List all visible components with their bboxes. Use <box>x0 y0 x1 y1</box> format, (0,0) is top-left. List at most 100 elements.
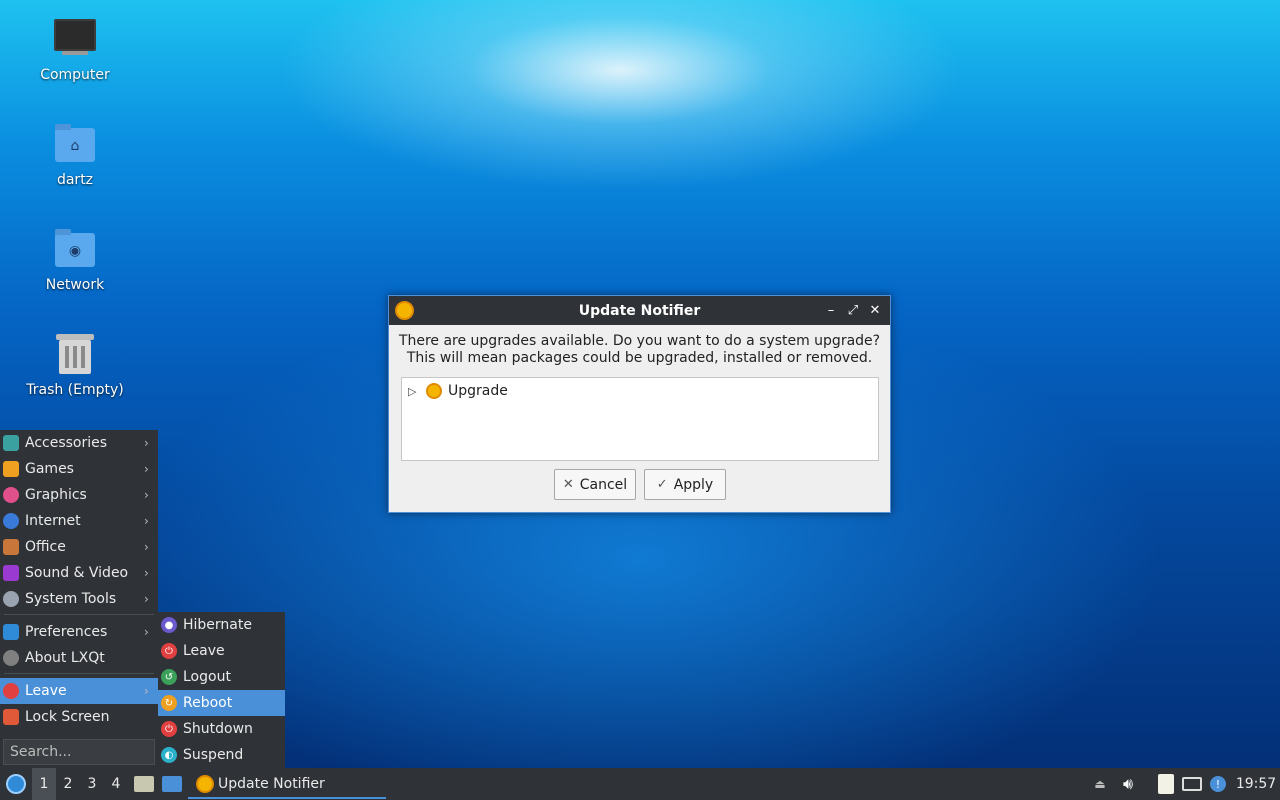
clock[interactable]: 19:57 <box>1234 768 1278 800</box>
submenu-item-label: Logout <box>183 669 231 685</box>
menu-item-label: Graphics <box>25 487 87 503</box>
logout-icon: ↺ <box>161 669 177 685</box>
desktop-icon-label: Computer <box>40 67 110 83</box>
menu-item-leave[interactable]: Leave › <box>0 678 158 704</box>
submenu-item-logout[interactable]: ↺ Logout <box>158 664 285 690</box>
upgrade-icon <box>426 383 442 399</box>
chevron-right-icon: › <box>144 625 149 639</box>
accessories-icon <box>3 435 19 451</box>
tree-item-upgrade[interactable]: ▷ Upgrade <box>408 381 508 401</box>
submenu-item-label: Suspend <box>183 747 244 763</box>
office-icon <box>3 539 19 555</box>
menu-item-accessories[interactable]: Accessories › <box>0 430 158 456</box>
desktop-icon-label: dartz <box>56 172 94 188</box>
submenu-item-suspend[interactable]: ◐ Suspend <box>158 742 285 768</box>
volume-icon: 🔊︎ <box>1122 774 1134 793</box>
menu-item-sound-video[interactable]: Sound & Video › <box>0 560 158 586</box>
desktop-icon-home[interactable]: ⌂ dartz <box>15 120 135 210</box>
submenu-item-hibernate[interactable]: ● Hibernate <box>158 612 285 638</box>
menu-search-input[interactable]: Search... <box>3 739 155 765</box>
suspend-icon: ◐ <box>161 747 177 763</box>
preferences-icon <box>3 624 19 640</box>
dialog-message-line: There are upgrades available. Do you wan… <box>398 333 881 349</box>
desktop-switch-2[interactable]: 2 <box>56 768 80 800</box>
show-desktop-button[interactable] <box>160 768 184 800</box>
chevron-right-icon: › <box>144 436 149 450</box>
hibernate-icon: ● <box>161 617 177 633</box>
home-folder-icon: ⌂ <box>53 122 97 166</box>
cancel-button-label: Cancel <box>579 476 628 493</box>
chevron-right-icon: › <box>144 592 149 606</box>
menu-item-label: Sound & Video <box>25 565 129 581</box>
minimize-icon[interactable]: – <box>822 301 840 319</box>
taskbar: 1 2 3 4 Update Notifier ⏏ 🔊︎ ! 19:57 <box>0 768 1280 800</box>
menu-separator <box>4 673 154 674</box>
menu-item-graphics[interactable]: Graphics › <box>0 482 158 508</box>
desktop-icon-network[interactable]: ◉ Network <box>15 225 135 315</box>
menu-item-label: Office <box>25 539 66 555</box>
menu-item-about[interactable]: About LXQt <box>0 645 158 671</box>
menu-item-label: System Tools <box>25 591 117 607</box>
checkmark-icon: ✓ <box>656 477 668 492</box>
upgrade-tree[interactable]: ▷ Upgrade <box>401 377 879 461</box>
menu-item-label: Internet <box>25 513 81 529</box>
desktop-switch-1[interactable]: 1 <box>32 768 56 800</box>
menu-item-games[interactable]: Games › <box>0 456 158 482</box>
chevron-right-icon: › <box>144 540 149 554</box>
desktop-icon-computer[interactable]: Computer <box>15 15 135 105</box>
desktop-switch-4[interactable]: 4 <box>104 768 128 800</box>
lock-icon <box>3 709 19 725</box>
menu-item-preferences[interactable]: Preferences › <box>0 619 158 645</box>
chevron-right-icon: › <box>144 566 149 580</box>
submenu-item-label: Leave <box>183 643 225 659</box>
update-notifier-icon <box>395 301 414 320</box>
chevron-right-icon: › <box>144 684 149 698</box>
expand-arrow-icon[interactable]: ▷ <box>408 385 422 398</box>
graphics-icon <box>3 487 19 503</box>
main-menu-button[interactable] <box>4 768 28 800</box>
submenu-item-shutdown[interactable]: ⏻ Shutdown <box>158 716 285 742</box>
clipboard-icon <box>1158 774 1174 794</box>
tray-expand-button[interactable]: ⏏ <box>1090 768 1110 800</box>
apply-button[interactable]: ✓ Apply <box>644 469 726 500</box>
maximize-icon[interactable]: ⤢ <box>844 301 862 319</box>
menu-item-system-tools[interactable]: System Tools › <box>0 586 158 612</box>
menu-item-lock-screen[interactable]: Lock Screen <box>0 704 158 730</box>
network-folder-icon: ◉ <box>53 227 97 271</box>
dialog-message-line: This will mean packages could be upgrade… <box>406 350 873 366</box>
tree-item-label: Upgrade <box>448 383 508 399</box>
system-tools-icon <box>3 591 19 607</box>
taskbar-window-update-notifier[interactable]: Update Notifier <box>188 768 386 800</box>
desktop-icon-label: Trash (Empty) <box>26 382 124 398</box>
update-notifier-icon <box>196 775 214 793</box>
internet-icon <box>3 513 19 529</box>
update-tray[interactable]: ! <box>1206 768 1230 800</box>
dialog-message: There are upgrades available. Do you wan… <box>389 333 890 367</box>
leave-submenu: ● Hibernate ⏻ Leave ↺ Logout ↻ Reboot ⏻ … <box>158 612 285 768</box>
leave-icon <box>3 683 19 699</box>
close-icon[interactable]: ✕ <box>866 301 884 319</box>
folder-icon <box>134 776 154 792</box>
dialog-titlebar[interactable]: Update Notifier – ⤢ ✕ <box>389 296 890 325</box>
clipboard-tray[interactable] <box>1154 768 1178 800</box>
about-icon <box>3 650 19 666</box>
chevron-right-icon: › <box>144 488 149 502</box>
file-manager-launcher[interactable] <box>132 768 156 800</box>
volume-button[interactable]: 🔊︎ <box>1116 768 1140 800</box>
update-notifier-dialog: Update Notifier – ⤢ ✕ There are upgrades… <box>388 295 891 513</box>
menu-item-office[interactable]: Office › <box>0 534 158 560</box>
desktop-switch-3[interactable]: 3 <box>80 768 104 800</box>
submenu-item-label: Shutdown <box>183 721 253 737</box>
cancel-button[interactable]: ✕ Cancel <box>554 469 636 500</box>
submenu-item-reboot[interactable]: ↻ Reboot <box>158 690 285 716</box>
desktop-icon-trash[interactable]: Trash (Empty) <box>15 330 135 420</box>
chevron-right-icon: › <box>144 514 149 528</box>
menu-item-label: About LXQt <box>25 650 105 666</box>
power-icon: ⏻ <box>161 643 177 659</box>
network-tray[interactable] <box>1180 768 1204 800</box>
menu-item-internet[interactable]: Internet › <box>0 508 158 534</box>
update-alert-icon: ! <box>1210 776 1226 792</box>
lxqt-logo-icon <box>6 774 26 794</box>
submenu-item-leave[interactable]: ⏻ Leave <box>158 638 285 664</box>
dialog-title: Update Notifier <box>578 302 701 319</box>
